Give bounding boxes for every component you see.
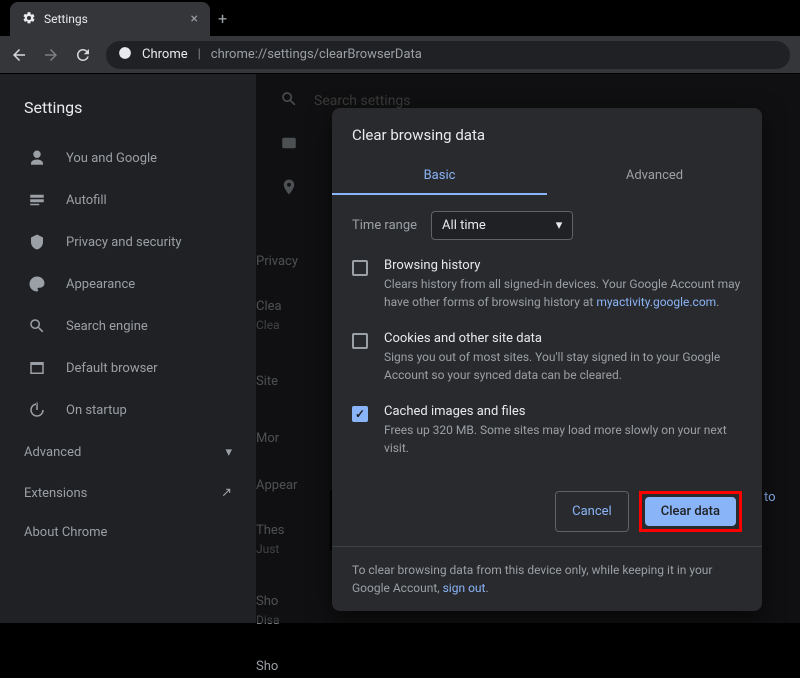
- chrome-icon: [118, 46, 132, 64]
- time-range-dropdown[interactable]: All time ▾: [431, 211, 573, 240]
- myactivity-link[interactable]: myactivity.google.com: [596, 295, 716, 309]
- gear-icon: [22, 11, 36, 28]
- address-bar[interactable]: Chrome | chrome://settings/clearBrowserD…: [106, 41, 790, 69]
- option-desc: Clears history from all signed-in device…: [384, 275, 742, 311]
- time-range-label: Time range: [352, 218, 417, 233]
- navigation-toolbar: Chrome | chrome://settings/clearBrowserD…: [0, 36, 800, 74]
- sidebar-item-default-browser[interactable]: Default browser: [0, 347, 256, 389]
- row-more: Mor: [256, 417, 298, 450]
- option-title: Cookies and other site data: [384, 331, 742, 346]
- sidebar-item-autofill[interactable]: Autofill: [0, 179, 256, 221]
- checkbox-browsing-history[interactable]: [352, 260, 368, 276]
- settings-search-input[interactable]: [314, 93, 776, 109]
- location-icon: [280, 178, 298, 200]
- reload-icon[interactable]: [74, 46, 92, 64]
- omnibox-scheme: Chrome: [142, 47, 188, 62]
- new-tab-button[interactable]: +: [218, 9, 227, 28]
- row-show1-sub: Disa: [256, 613, 298, 627]
- sidebar-advanced-toggle[interactable]: Advanced ▾: [0, 431, 256, 474]
- checkbox-cookies[interactable]: [352, 333, 368, 349]
- forward-icon[interactable]: [42, 46, 60, 64]
- cancel-button[interactable]: Cancel: [555, 491, 629, 532]
- back-icon[interactable]: [10, 46, 28, 64]
- dialog-actions: Cancel Clear data: [332, 485, 762, 546]
- tab-basic[interactable]: Basic: [332, 158, 547, 195]
- browser-tab-active[interactable]: Settings ×: [10, 2, 210, 36]
- option-title: Browsing history: [384, 258, 742, 273]
- row-clear-sub: Clea: [256, 318, 298, 332]
- settings-sidebar: Settings You and Google Autofill Privacy…: [0, 74, 256, 623]
- sidebar-advanced-label: Advanced: [24, 445, 81, 460]
- omnibox-separator: |: [198, 47, 201, 62]
- sidebar-item-appearance[interactable]: Appearance: [0, 263, 256, 305]
- close-icon[interactable]: ×: [191, 11, 198, 27]
- row-theme: Thes: [256, 509, 298, 542]
- sidebar-item-label: Default browser: [66, 361, 158, 376]
- sidebar-item-label: Appearance: [66, 277, 135, 292]
- row-show1: Sho: [256, 580, 298, 613]
- row-clear: Clea: [256, 285, 298, 318]
- sign-out-link[interactable]: sign out: [443, 581, 486, 595]
- chevron-down-icon: ▾: [225, 445, 232, 460]
- page-title: Settings: [0, 90, 256, 137]
- dialog-title: Clear browsing data: [332, 108, 762, 158]
- search-icon: [280, 90, 298, 112]
- sidebar-item-you-and-google[interactable]: You and Google: [0, 137, 256, 179]
- sidebar-item-on-startup[interactable]: On startup: [0, 389, 256, 431]
- browser-tabbar: Settings × +: [0, 0, 800, 36]
- sidebar-item-label: You and Google: [66, 151, 157, 166]
- option-desc: Signs you out of most sites. You'll stay…: [384, 348, 742, 384]
- sidebar-item-search-engine[interactable]: Search engine: [0, 305, 256, 347]
- option-cookies[interactable]: Cookies and other site data Signs you ou…: [352, 331, 742, 384]
- dialog-footer: To clear browsing data from this device …: [332, 546, 762, 611]
- omnibox-url: chrome://settings/clearBrowserData: [211, 47, 422, 62]
- row-site: Site: [256, 360, 298, 393]
- sidebar-item-label: Autofill: [66, 193, 107, 208]
- sidebar-item-label: Privacy and security: [66, 235, 182, 250]
- checkbox-cached[interactable]: [352, 406, 368, 422]
- row-theme-sub: Just: [256, 542, 298, 556]
- sidebar-extensions-label: Extensions: [24, 486, 87, 501]
- tab-title: Settings: [44, 12, 88, 26]
- option-desc: Frees up 320 MB. Some sites may load mor…: [384, 421, 742, 457]
- option-cached[interactable]: Cached images and files Frees up 320 MB.…: [352, 404, 742, 457]
- sidebar-extensions[interactable]: Extensions: [0, 474, 256, 513]
- sidebar-about-label: About Chrome: [24, 525, 107, 540]
- clear-browsing-data-dialog: Clear browsing data Basic Advanced Time …: [332, 108, 762, 611]
- section-appearance: Appear: [256, 478, 298, 493]
- option-browsing-history[interactable]: Browsing history Clears history from all…: [352, 258, 742, 311]
- option-title: Cached images and files: [384, 404, 742, 419]
- section-privacy: Privacy: [256, 254, 298, 269]
- tab-advanced[interactable]: Advanced: [547, 158, 762, 195]
- row-show2: Sho: [256, 645, 298, 678]
- highlight-box: Clear data: [639, 491, 742, 532]
- sidebar-item-label: Search engine: [66, 319, 148, 334]
- dialog-tabs: Basic Advanced: [332, 158, 762, 195]
- sidebar-item-label: On startup: [66, 403, 127, 418]
- caret-down-icon: ▾: [556, 218, 563, 233]
- dialog-body: Time range All time ▾ Browsing history C…: [332, 195, 762, 485]
- sidebar-item-privacy-security[interactable]: Privacy and security: [0, 221, 256, 263]
- card-icon: [280, 134, 298, 156]
- time-range-row: Time range All time ▾: [352, 211, 742, 240]
- clear-data-button[interactable]: Clear data: [645, 497, 736, 526]
- time-range-value: All time: [442, 218, 486, 233]
- sidebar-about[interactable]: About Chrome: [0, 513, 256, 552]
